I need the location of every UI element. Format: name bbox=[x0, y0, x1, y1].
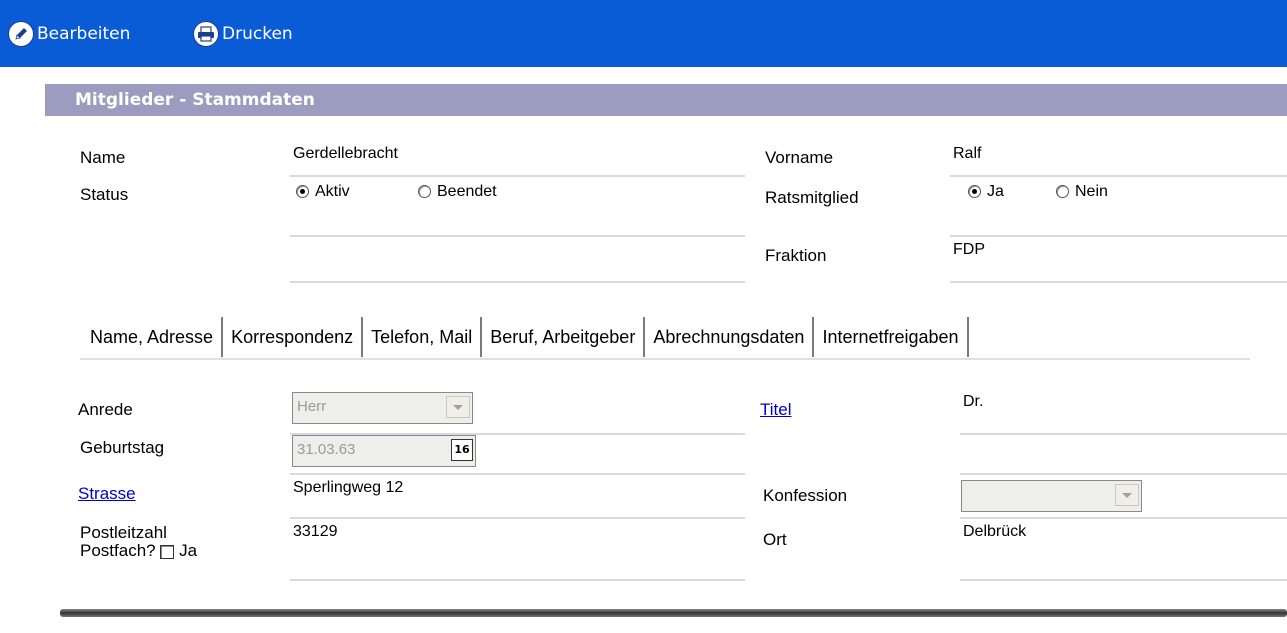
titel-link[interactable]: Titel bbox=[760, 400, 792, 420]
status-beendet-label: Beendet bbox=[437, 183, 497, 200]
strasse-link[interactable]: Strasse bbox=[78, 484, 136, 504]
radio-selected-icon bbox=[296, 185, 309, 199]
fraktion-field[interactable]: FDP bbox=[950, 239, 1287, 283]
panel-title: Mitglieder - Stammdaten bbox=[45, 84, 1287, 116]
geburtstag-label: Geburtstag bbox=[80, 438, 165, 457]
postfach-ja-label: Ja bbox=[179, 541, 198, 560]
empty-field bbox=[290, 239, 745, 283]
pencil-icon bbox=[8, 21, 34, 47]
edit-button-label: Bearbeiten bbox=[37, 24, 131, 44]
postfach-label: Postfach? bbox=[80, 541, 156, 560]
ratsmitglied-radio-group: Ja Nein bbox=[950, 179, 1287, 237]
anrede-label: Anrede bbox=[78, 400, 133, 419]
ratsmitglied-label: Ratsmitglied bbox=[765, 188, 859, 207]
anrede-select[interactable]: Herr bbox=[292, 392, 473, 424]
toolbar: Bearbeiten Drucken bbox=[0, 0, 1287, 67]
tab-divider bbox=[80, 358, 1250, 360]
chevron-down-icon bbox=[453, 404, 463, 410]
plz-label: Postleitzahl bbox=[80, 523, 167, 542]
konfession-label: Konfession bbox=[763, 486, 848, 505]
ort-field[interactable]: Delbrück bbox=[960, 521, 1287, 581]
dropdown-button[interactable] bbox=[446, 396, 470, 418]
status-aktiv-label: Aktiv bbox=[315, 183, 350, 200]
chevron-down-icon bbox=[1122, 492, 1132, 498]
geburtstag-cell: 31.03.63 16 bbox=[290, 435, 745, 475]
tab-internetfreigaben[interactable]: Internetfreigaben bbox=[814, 317, 969, 357]
anrede-select-value: Herr bbox=[297, 398, 327, 415]
ratsmitglied-nein-label: Nein bbox=[1075, 183, 1108, 200]
anrede-cell: Herr bbox=[290, 391, 745, 435]
postfach-row: Postfach? Ja bbox=[80, 542, 197, 560]
name-field[interactable]: Gerdellebracht bbox=[290, 143, 745, 177]
tab-abrechnungsdaten[interactable]: Abrechnungsdaten bbox=[645, 317, 815, 357]
ort-label: Ort bbox=[763, 530, 787, 549]
konfession-cell bbox=[960, 477, 1287, 519]
radio-unselected-icon bbox=[1056, 185, 1069, 199]
tab-bar: Name, Adresse Korrespondenz Telefon, Mai… bbox=[80, 317, 969, 357]
status-radio-group: Aktiv Beendet bbox=[290, 179, 745, 237]
fraktion-label: Fraktion bbox=[765, 246, 827, 265]
panel-bottom-shadow bbox=[60, 609, 1287, 617]
print-button[interactable]: Drucken bbox=[193, 20, 293, 48]
konfession-select[interactable] bbox=[961, 480, 1142, 512]
geburtstag-input[interactable]: 31.03.63 16 bbox=[292, 435, 476, 467]
radio-unselected-icon bbox=[418, 185, 431, 199]
tab-korrespondenz[interactable]: Korrespondenz bbox=[223, 317, 364, 357]
titel-field[interactable]: Dr. bbox=[960, 391, 1287, 435]
name-label: Name bbox=[80, 148, 126, 167]
geburtstag-value: 31.03.63 bbox=[297, 441, 356, 458]
status-aktiv-radio[interactable]: Aktiv bbox=[296, 183, 350, 201]
print-button-label: Drucken bbox=[222, 24, 293, 44]
calendar-button[interactable]: 16 bbox=[451, 439, 473, 461]
vorname-label: Vorname bbox=[765, 148, 834, 167]
dropdown-button[interactable] bbox=[1115, 484, 1139, 506]
tab-beruf-arbeitgeber[interactable]: Beruf, Arbeitgeber bbox=[482, 317, 646, 357]
plz-field[interactable]: 33129 bbox=[290, 521, 745, 581]
radio-selected-icon bbox=[968, 185, 981, 199]
empty-field bbox=[960, 435, 1287, 475]
tab-name-adresse[interactable]: Name, Adresse bbox=[80, 317, 224, 357]
edit-button[interactable]: Bearbeiten bbox=[8, 20, 130, 48]
tab-telefon-mail[interactable]: Telefon, Mail bbox=[363, 317, 483, 357]
vorname-field[interactable]: Ralf bbox=[950, 143, 1287, 177]
printer-icon bbox=[193, 21, 219, 47]
left-margin bbox=[0, 67, 45, 633]
strasse-field[interactable]: Sperlingweg 12 bbox=[290, 477, 745, 519]
ratsmitglied-nein-radio[interactable]: Nein bbox=[1056, 183, 1108, 201]
ratsmitglied-ja-radio[interactable]: Ja bbox=[968, 183, 1004, 201]
postfach-checkbox[interactable] bbox=[160, 544, 175, 559]
status-beendet-radio[interactable]: Beendet bbox=[418, 183, 497, 201]
status-label: Status bbox=[80, 185, 129, 204]
ratsmitglied-ja-label: Ja bbox=[987, 183, 1004, 200]
